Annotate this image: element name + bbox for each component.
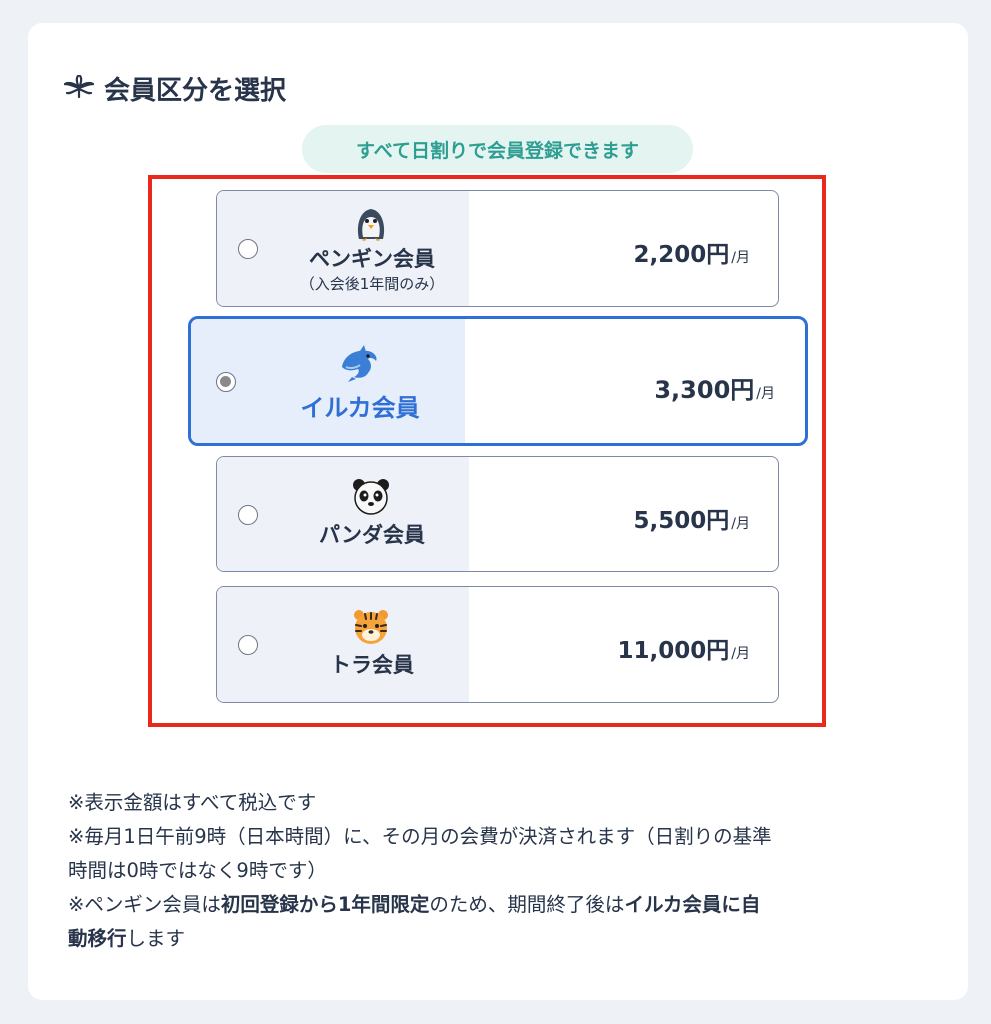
note-penguin: ※ペンギン会員は初回登録から1年間限定のため、期間終了後はイルカ会員に自動移行し… <box>68 888 948 956</box>
radio-tiger[interactable] <box>238 635 258 655</box>
note-penguin-bold-3: 動移行 <box>68 927 127 950</box>
plan-name-tiger: トラ会員 <box>330 653 414 677</box>
plan-name-penguin: ペンギン会員 <box>309 247 435 271</box>
plan-option-tiger[interactable]: トラ会員 11,000円/月 <box>216 586 779 703</box>
cannabis-leaf-icon <box>64 73 94 103</box>
price-unit: /月 <box>756 386 775 402</box>
price-amount: 3,300円 <box>654 376 755 404</box>
plan-option-dolphin[interactable]: イルカ会員 3,300円/月 <box>188 316 808 446</box>
plan-price-tiger: 11,000円/月 <box>618 631 750 665</box>
notes-section: ※表示金額はすべて税込です ※毎月1日午前9時（日本時間）に、その月の会費が決済… <box>68 786 948 956</box>
price-amount: 2,200円 <box>633 242 730 268</box>
plan-option-penguin[interactable]: ペンギン会員 （入会後1年間のみ） 2,200円/月 <box>216 190 779 307</box>
note-penguin-text: ※ペンギン会員は <box>68 893 221 916</box>
panda-icon <box>351 477 391 517</box>
note-billing: ※毎月1日午前9時（日本時間）に、その月の会費が決済されます（日割りの基準 時間は… <box>68 820 948 888</box>
price-amount: 11,000円 <box>617 638 730 664</box>
plan-price-panda: 5,500円/月 <box>634 501 750 535</box>
plan-price-penguin: 2,200円/月 <box>634 235 750 269</box>
plan-name-dolphin: イルカ会員 <box>300 394 420 422</box>
price-amount: 5,500円 <box>633 508 730 534</box>
plan-note-penguin: （入会後1年間のみ） <box>299 275 445 293</box>
plan-option-panda[interactable]: パンダ会員 5,500円/月 <box>216 456 779 572</box>
radio-dolphin[interactable] <box>216 372 236 392</box>
note-billing-text-cont: 時間は0時ではなく9時です） <box>68 859 327 882</box>
price-unit: /月 <box>731 250 750 266</box>
price-unit: /月 <box>731 516 750 532</box>
plan-price-dolphin: 3,300円/月 <box>654 370 775 405</box>
note-penguin-bold-2: イルカ会員に自 <box>624 893 761 916</box>
radio-panda[interactable] <box>238 505 258 525</box>
penguin-icon <box>351 203 391 243</box>
section-title: 会員区分を選択 <box>64 70 286 106</box>
note-penguin-bold: 初回登録から1年間限定 <box>220 893 430 916</box>
note-penguin-text-mid: のため、期間終了後は <box>429 893 625 916</box>
price-unit: /月 <box>731 646 750 662</box>
note-penguin-text-end: します <box>126 927 186 950</box>
note-tax: ※表示金額はすべて税込です <box>68 791 317 814</box>
plan-name-panda: パンダ会員 <box>318 523 426 547</box>
dolphin-icon <box>338 343 378 383</box>
note-billing-text: ※毎月1日午前9時（日本時間）に、その月の会費が決済されます（日割りの基準 <box>68 825 772 848</box>
radio-penguin[interactable] <box>238 239 258 259</box>
tiger-icon <box>351 607 391 647</box>
daily-proration-badge: すべて日割りで会員登録できます <box>302 125 693 173</box>
section-title-text: 会員区分を選択 <box>104 75 287 106</box>
